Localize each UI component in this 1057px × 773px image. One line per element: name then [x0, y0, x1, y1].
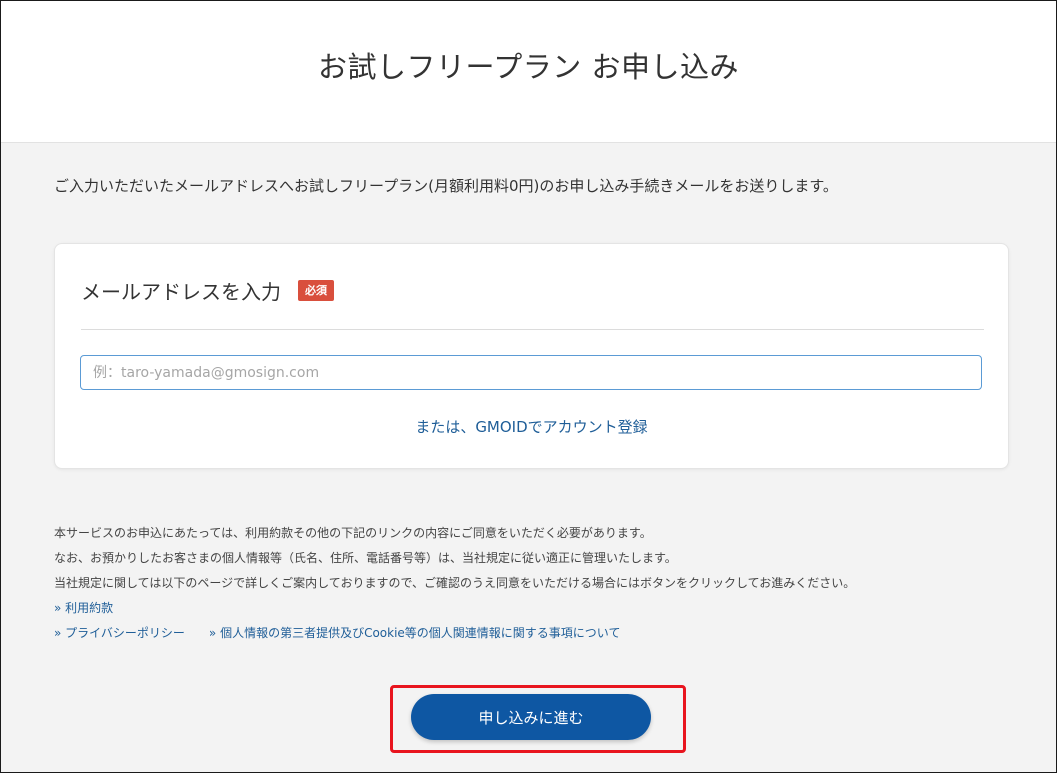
required-badge: 必須: [298, 280, 334, 301]
proceed-submit-button[interactable]: 申し込みに進む: [411, 694, 651, 740]
gmoid-register-link[interactable]: または、GMOIDでアカウント登録: [55, 416, 1008, 437]
intro-text: ご入力いただいたメールアドレスへお試しフリープラン(月額利用料0円)のお申し込み…: [54, 177, 838, 195]
card-divider: [81, 329, 984, 330]
page-frame: お試しフリープラン お申し込み ご入力いただいたメールアドレスへお試しフリープラ…: [0, 0, 1057, 773]
terms-section: 本サービスのお申込にあたっては、利用約款その他の下記のリンクの内容にご同意をいた…: [54, 521, 855, 646]
terms-text-line: 本サービスのお申込にあたっては、利用約款その他の下記のリンクの内容にご同意をいた…: [54, 526, 652, 540]
terms-text-line: なお、お預かりしたお客さまの個人情報等（氏名、住所、電話番号等）は、当社規定に従…: [54, 551, 677, 565]
email-label-row: メールアドレスを入力 必須: [81, 276, 334, 305]
email-form-card: メールアドレスを入力 必須 または、GMOIDでアカウント登録: [54, 243, 1009, 469]
privacy-policy-link[interactable]: » プライバシーポリシー: [54, 621, 185, 646]
policy-links-row: » プライバシーポリシー » 個人情報の第三者提供及びCookie等の個人関連情…: [54, 621, 855, 646]
email-input[interactable]: [80, 355, 982, 390]
terms-text-line: 当社規定に関しては以下のページで詳しくご案内しておりますので、ご確認のうえ同意を…: [54, 576, 856, 590]
terms-of-service-link[interactable]: » 利用約款: [54, 601, 113, 615]
page-header: お試しフリープラン お申し込み: [1, 1, 1056, 143]
page-title: お試しフリープラン お申し込み: [318, 49, 739, 84]
cookie-policy-link[interactable]: » 個人情報の第三者提供及びCookie等の個人関連情報に関する事項について: [209, 621, 621, 646]
email-label: メールアドレスを入力: [81, 280, 281, 304]
